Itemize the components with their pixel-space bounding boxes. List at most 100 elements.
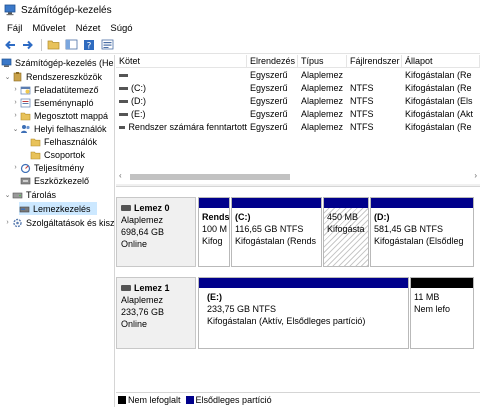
tree-item-label: Rendszereszközök bbox=[26, 71, 103, 82]
table-row[interactable]: (D:) Egyszerű Alaplemez NTFS Kifogástala… bbox=[116, 95, 480, 108]
menu-view[interactable]: Nézet bbox=[71, 23, 106, 34]
disk-name: Lemez 0 bbox=[134, 203, 170, 213]
device-manager-icon bbox=[20, 176, 31, 186]
tree-item-label: Tárolás bbox=[26, 189, 57, 200]
partition-size: 116,65 GB NTFS bbox=[235, 224, 304, 234]
tree-item-system-tools[interactable]: ⌄ Rendszereszközök bbox=[3, 70, 102, 83]
status-cell: Kifogástalan (Re bbox=[405, 70, 472, 80]
tree-item-shared-folders[interactable]: › Megosztott mappá bbox=[11, 109, 108, 122]
partition-status: Kifogástalan (Aktív, Elsődleges partíció… bbox=[207, 316, 366, 326]
chevron-right-icon[interactable]: › bbox=[11, 99, 20, 106]
table-row[interactable]: (E:) Egyszerű Alaplemez NTFS Kifogástala… bbox=[116, 108, 480, 121]
chevron-down-icon[interactable]: ⌄ bbox=[3, 191, 12, 199]
chevron-down-icon[interactable]: ⌄ bbox=[11, 125, 20, 133]
partition-e[interactable]: (E:) 233,75 GB NTFS Kifogástalan (Aktív,… bbox=[198, 277, 409, 349]
column-header-filesystem[interactable]: Fájlrendszer bbox=[347, 55, 402, 67]
scroll-right-icon[interactable]: › bbox=[474, 171, 477, 180]
back-arrow-icon[interactable] bbox=[2, 38, 18, 52]
chevron-right-icon[interactable]: › bbox=[3, 219, 12, 226]
partition-unallocated[interactable]: 11 MB Nem lefo bbox=[410, 277, 474, 349]
layout-cell: Egyszerű bbox=[250, 70, 288, 80]
disk-size: 698,64 GB bbox=[121, 227, 165, 237]
volume-icon bbox=[119, 87, 128, 90]
column-header-status[interactable]: Állapot bbox=[402, 55, 480, 67]
partition-size: 233,75 GB NTFS bbox=[207, 304, 277, 314]
tree-item-performance[interactable]: › Teljesítmény bbox=[11, 161, 84, 174]
partition-name: (C:) bbox=[235, 212, 251, 222]
tree-item-local-users[interactable]: ⌄ Helyi felhasználók bbox=[11, 122, 107, 135]
column-header-volume[interactable]: Kötet bbox=[116, 55, 247, 67]
volume-icon bbox=[119, 113, 128, 116]
disk-icon bbox=[121, 205, 131, 211]
filesystem-cell bbox=[347, 69, 402, 82]
filesystem-cell: NTFS bbox=[350, 83, 374, 93]
computer-management-icon bbox=[4, 4, 16, 16]
partition-bar bbox=[371, 198, 473, 208]
chevron-down-icon[interactable]: ⌄ bbox=[3, 73, 12, 81]
help-icon[interactable]: ? bbox=[81, 38, 97, 52]
tree-item-users[interactable]: Felhasználók bbox=[30, 135, 97, 148]
volume-name: (C:) bbox=[131, 83, 146, 93]
scroll-left-icon[interactable]: ‹ bbox=[119, 171, 122, 180]
table-row[interactable]: (C:) Egyszerű Alaplemez NTFS Kifogástala… bbox=[116, 82, 480, 95]
tree-item-storage[interactable]: ⌄ Tárolás bbox=[3, 188, 56, 201]
tree-item-label: Helyi felhasználók bbox=[34, 123, 107, 134]
tree-item-label: Csoportok bbox=[44, 149, 86, 160]
legend: Nem lefoglalt Elsődleges partíció bbox=[116, 392, 480, 407]
tree-item-groups[interactable]: Csoportok bbox=[30, 148, 85, 161]
chevron-right-icon[interactable]: › bbox=[11, 86, 20, 93]
tree-item-event-viewer[interactable]: › Eseménynapló bbox=[11, 96, 93, 109]
tree-item-label: Lemezkezelés bbox=[33, 203, 91, 214]
partition-recovery[interactable]: 450 MB Kifogásta bbox=[323, 197, 369, 267]
disk-size: 233,76 GB bbox=[121, 307, 165, 317]
forward-arrow-icon[interactable] bbox=[20, 38, 36, 52]
horizontal-scrollbar[interactable]: ‹ › bbox=[116, 171, 480, 183]
tree-item-root[interactable]: Számítógép-kezelés (He bbox=[1, 56, 114, 69]
tree-item-services[interactable]: › Szolgáltatások és kisz bbox=[3, 216, 114, 229]
table-row[interactable]: Egyszerű Alaplemez Kifogástalan (Re bbox=[116, 69, 480, 82]
menu-bar: Fájl Művelet Nézet Súgó bbox=[0, 20, 480, 36]
tree-item-device-manager[interactable]: Eszközkezelő bbox=[20, 174, 89, 187]
menu-file[interactable]: Fájl bbox=[2, 23, 27, 34]
chevron-right-icon[interactable]: › bbox=[11, 112, 20, 119]
partition-status: Nem lefo bbox=[414, 304, 451, 314]
folder-icon bbox=[30, 150, 41, 160]
chevron-right-icon[interactable]: › bbox=[11, 164, 20, 171]
layout-cell: Egyszerű bbox=[250, 109, 288, 119]
tree-item-label: Feladatütemező bbox=[34, 84, 99, 95]
table-row[interactable]: Rendszer számára fenntartott Egyszerű Al… bbox=[116, 121, 480, 134]
tree-item-disk-management[interactable]: Lemezkezelés bbox=[19, 202, 97, 215]
performance-icon bbox=[20, 163, 31, 173]
scrollbar-thumb[interactable] bbox=[130, 174, 290, 180]
volume-icon bbox=[119, 100, 128, 103]
partition-name: Rends bbox=[202, 212, 230, 222]
disk-status: Online bbox=[121, 319, 148, 329]
partition-system-reserved[interactable]: Rends 100 M Kifog bbox=[198, 197, 230, 267]
menu-help[interactable]: Súgó bbox=[105, 23, 137, 34]
partition-status: Kifogástalan (Rends bbox=[235, 236, 317, 246]
type-cell: Alaplemez bbox=[301, 70, 344, 80]
computer-management-icon bbox=[1, 58, 12, 68]
tree-item-task-scheduler[interactable]: › Feladatütemező bbox=[11, 83, 99, 96]
users-icon bbox=[20, 124, 31, 134]
disk-1-label[interactable]: Lemez 1 Alaplemez 233,76 GB Online bbox=[116, 277, 196, 349]
disk-name: Lemez 1 bbox=[134, 283, 170, 293]
show-hide-tree-icon[interactable] bbox=[63, 38, 79, 52]
column-header-type[interactable]: Típus bbox=[298, 55, 347, 67]
toolbar: ? bbox=[0, 36, 480, 54]
partition-c[interactable]: (C:) 116,65 GB NTFS Kifogástalan (Rends bbox=[231, 197, 322, 267]
disk-0-label[interactable]: Lemez 0 Alaplemez 698,64 GB Online bbox=[116, 197, 196, 267]
menu-action[interactable]: Művelet bbox=[27, 23, 70, 34]
list-header: Kötet Elrendezés Típus Fájlrendszer Álla… bbox=[116, 55, 480, 68]
partition-name: (D:) bbox=[374, 212, 390, 222]
up-folder-icon[interactable] bbox=[45, 38, 61, 52]
partition-size: 11 MB bbox=[414, 292, 440, 302]
services-icon bbox=[12, 218, 23, 228]
partition-status: Kifog bbox=[202, 236, 223, 246]
column-header-layout[interactable]: Elrendezés bbox=[247, 55, 298, 67]
properties-icon[interactable] bbox=[99, 38, 115, 52]
volume-name: (E:) bbox=[131, 109, 146, 119]
disk-map-pane: Lemez 0 Alaplemez 698,64 GB Online Rends… bbox=[116, 186, 480, 392]
legend-label-unallocated: Nem lefoglalt bbox=[128, 395, 181, 405]
partition-d[interactable]: (D:) 581,45 GB NTFS Kifogástalan (Elsődl… bbox=[370, 197, 474, 267]
